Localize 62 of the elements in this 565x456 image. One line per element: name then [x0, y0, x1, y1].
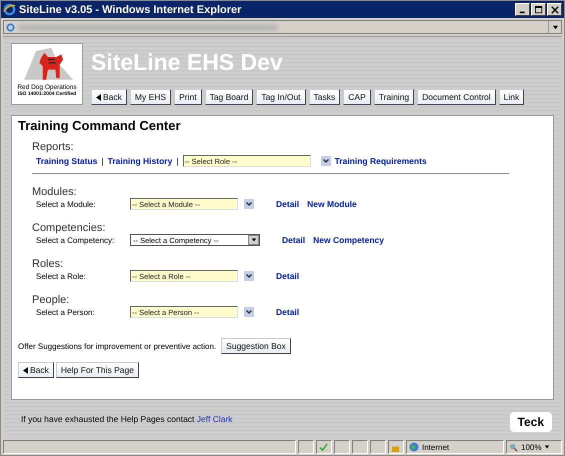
back-button[interactable]: Back	[91, 89, 127, 105]
minimize-button[interactable]	[515, 3, 530, 16]
action-link[interactable]: Detail	[276, 271, 300, 281]
address-field[interactable]	[3, 20, 562, 34]
nav-button[interactable]: Tasks	[308, 89, 340, 105]
separator: |	[101, 156, 104, 166]
nav-button[interactable]: Print	[174, 89, 202, 105]
nav-button[interactable]: Tag In/Out	[256, 89, 306, 105]
report-link[interactable]: Training History	[108, 156, 172, 166]
report-link[interactable]: Training Status	[36, 156, 98, 166]
nav-button[interactable]: Document Control	[417, 89, 496, 105]
nav-button[interactable]: Training	[374, 89, 414, 105]
nav-button[interactable]: Tag Board	[204, 89, 254, 105]
dropdown-button[interactable]	[320, 156, 331, 166]
dropdown-button[interactable]	[248, 235, 259, 245]
section-heading: Competencies:	[32, 222, 106, 234]
action-link[interactable]: Detail	[276, 199, 300, 209]
page-title: Training Command Center	[18, 118, 182, 133]
dropdown-button[interactable]	[244, 199, 254, 209]
back-arrow-icon	[96, 94, 101, 100]
section-heading: Modules:	[32, 186, 78, 198]
section-heading: Reports:	[32, 141, 75, 153]
page-icon	[6, 22, 15, 32]
maximize-button[interactable]	[531, 3, 546, 16]
report-link[interactable]: Training Requirements	[334, 156, 427, 166]
field-label: Select a Competency:	[36, 236, 116, 244]
help-button[interactable]: Help For This Page	[56, 362, 139, 378]
close-icon	[550, 6, 558, 14]
caret-icon[interactable]	[544, 444, 550, 450]
window-title: SiteLine v3.05 - Windows Internet Explorer	[19, 4, 242, 16]
caret-icon	[250, 237, 256, 243]
field-label: Select a Module:	[36, 200, 97, 208]
dropdown-button[interactable]	[244, 271, 254, 281]
globe-icon	[409, 442, 419, 452]
field-label: Select a Role:	[36, 272, 87, 280]
separator: |	[176, 156, 179, 166]
action-link[interactable]: Detail	[282, 235, 306, 245]
nav-button[interactable]: Link	[498, 89, 524, 105]
back-arrow-icon	[23, 366, 28, 374]
zoom-icon	[509, 442, 518, 452]
close-button[interactable]	[547, 3, 562, 16]
maximize-icon	[534, 6, 542, 14]
section-heading: Roles:	[32, 258, 64, 270]
field-label: Select a Person:	[36, 308, 96, 316]
dropdown-button[interactable]	[244, 307, 254, 317]
contact-link[interactable]: Jeff Clark	[196, 414, 233, 424]
suggestion-text: Offer Suggestions for improvement or preventive action.	[18, 342, 216, 350]
caret-icon[interactable]	[552, 24, 558, 30]
browser-icon	[3, 3, 16, 16]
action-link[interactable]: Detail	[276, 307, 300, 317]
site-title: SiteLine EHS Dev	[91, 49, 284, 77]
footer-text: If you have exhausted the Help Pages contact Jeff Clark	[21, 414, 233, 424]
nav-button[interactable]: My EHS	[130, 89, 172, 105]
brand-logo: Teck	[510, 412, 552, 432]
action-link[interactable]: New Competency	[313, 235, 384, 245]
nav-button[interactable]: CAP	[343, 89, 371, 105]
section-heading: People:	[32, 294, 70, 306]
zone-text: Internet	[422, 442, 450, 452]
check-icon	[319, 442, 328, 452]
action-link[interactable]: New Module	[307, 199, 357, 209]
back-button[interactable]: Back	[18, 362, 54, 378]
suggestion-button[interactable]: Suggestion Box	[221, 338, 291, 354]
